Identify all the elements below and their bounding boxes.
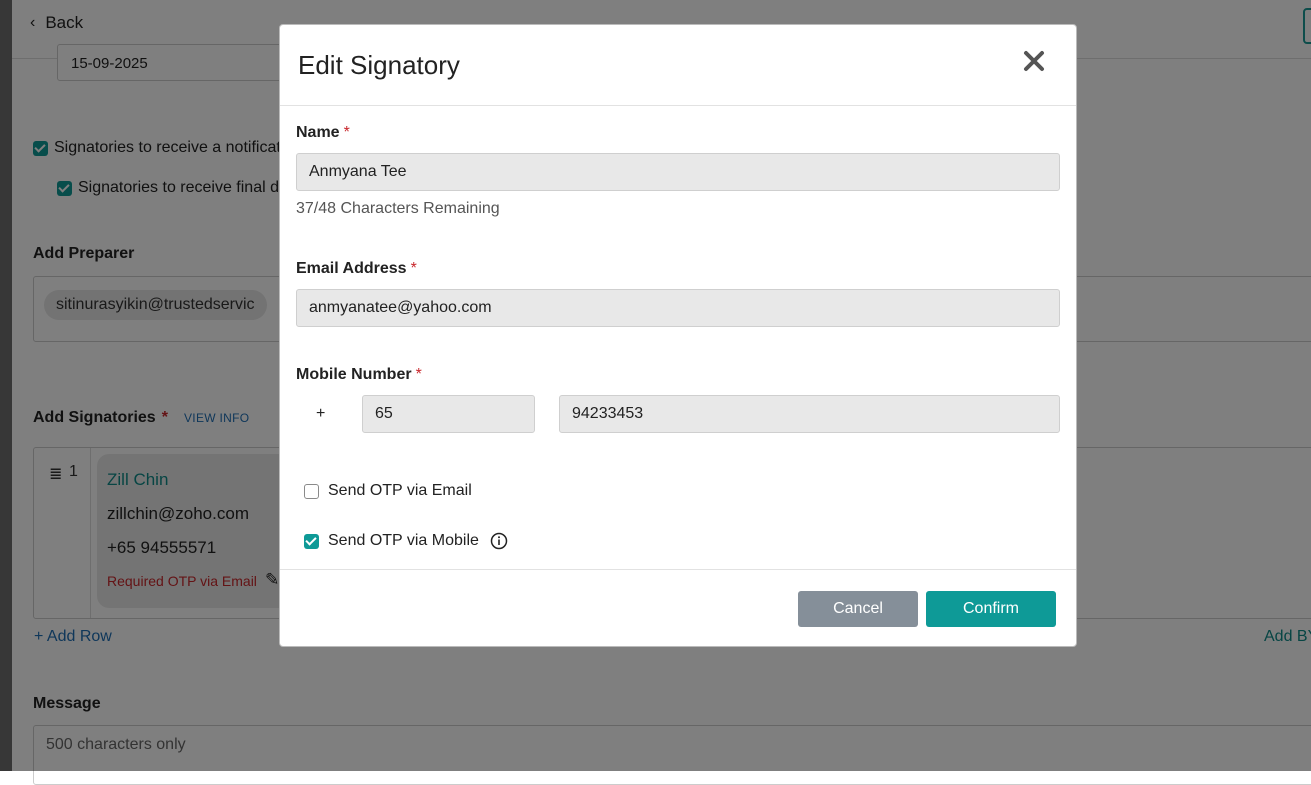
otp-mobile-option[interactable]: Send OTP via Mobile bbox=[304, 532, 508, 550]
required-mark: * bbox=[415, 366, 422, 383]
required-mark: * bbox=[410, 260, 417, 277]
required-mark: * bbox=[343, 124, 350, 141]
mobile-label-text: Mobile Number bbox=[296, 366, 412, 383]
name-label-text: Name bbox=[296, 124, 340, 141]
mobile-label: Mobile Number * bbox=[296, 366, 422, 384]
close-icon bbox=[1024, 51, 1044, 71]
dialog-title: Edit Signatory bbox=[298, 50, 460, 80]
otp-email-label: Send OTP via Email bbox=[328, 482, 472, 499]
country-prefix: + bbox=[316, 405, 326, 422]
email-input[interactable]: anmyanatee@yahoo.com bbox=[296, 289, 1060, 327]
name-label: Name * bbox=[296, 124, 350, 142]
checkbox-icon[interactable] bbox=[304, 533, 319, 549]
otp-mobile-label: Send OTP via Mobile bbox=[328, 532, 479, 549]
edit-signatory-dialog: Edit Signatory Name * Anmyana Tee 37/48 C… bbox=[279, 24, 1077, 647]
email-label-text: Email Address bbox=[296, 260, 407, 277]
country-code-input[interactable]: 65 bbox=[362, 395, 535, 433]
dialog-footer: Cancel Confirm bbox=[280, 569, 1076, 647]
mobile-number-input[interactable]: 94233453 bbox=[559, 395, 1060, 433]
dialog-header: Edit Signatory bbox=[280, 25, 1076, 106]
close-button[interactable] bbox=[1016, 43, 1052, 79]
name-char-counter: 37/48 Characters Remaining bbox=[296, 200, 500, 217]
email-label: Email Address * bbox=[296, 260, 417, 278]
name-input[interactable]: Anmyana Tee bbox=[296, 153, 1060, 191]
cancel-button[interactable]: Cancel bbox=[798, 591, 918, 627]
otp-email-option[interactable]: Send OTP via Email bbox=[304, 482, 472, 500]
checkbox-icon[interactable] bbox=[304, 483, 319, 499]
info-icon[interactable] bbox=[490, 532, 508, 550]
confirm-button[interactable]: Confirm bbox=[926, 591, 1056, 627]
